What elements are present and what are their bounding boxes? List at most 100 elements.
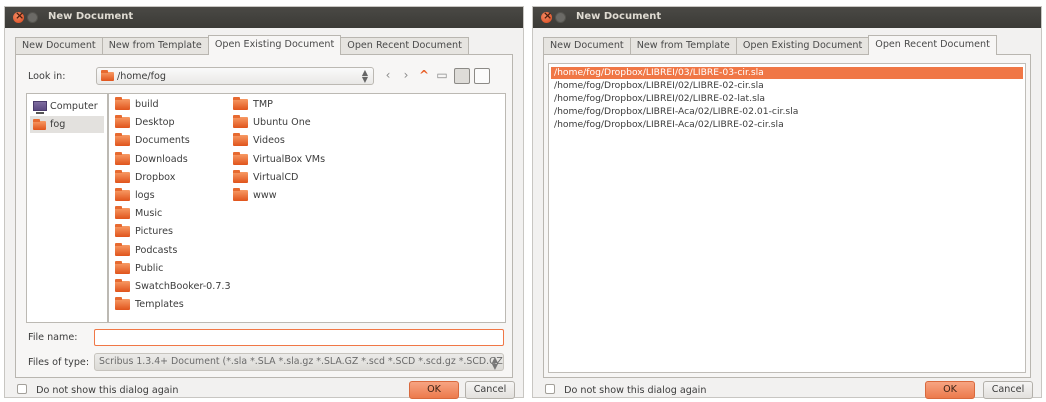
folder-item[interactable]: logs — [113, 188, 155, 204]
tab-new-from-template[interactable]: New from Template — [101, 37, 209, 55]
folder-item[interactable]: Templates — [113, 297, 184, 313]
look-in-label: Look in: — [28, 71, 66, 82]
folder-icon — [233, 188, 248, 201]
cancel-button[interactable]: Cancel — [983, 381, 1033, 399]
place-computer[interactable]: Computer — [30, 98, 104, 115]
dont-show-again-checkbox[interactable] — [545, 384, 555, 394]
folder-icon — [115, 224, 130, 238]
place-label: fog — [50, 119, 66, 130]
folder-item[interactable]: Ubuntu One — [231, 115, 311, 131]
back-icon[interactable]: ‹ — [380, 68, 396, 84]
folder-item[interactable]: Music — [113, 206, 162, 222]
folder-item[interactable]: Videos — [231, 133, 285, 149]
detail-view-icon[interactable] — [474, 68, 490, 84]
folder-item[interactable]: VirtualCD — [231, 169, 299, 186]
files-of-type-label: Files of type: — [28, 357, 90, 368]
folder-label: VirtualCD — [253, 171, 299, 183]
dont-show-again-label: Do not show this dialog again — [564, 385, 707, 396]
computer-icon — [33, 101, 47, 114]
dont-show-again-row[interactable]: Do not show this dialog again — [17, 384, 178, 396]
folder-label: Music — [135, 208, 163, 220]
folder-item[interactable]: SwatchBooker-0.7.3 — [113, 279, 231, 295]
minimize-window-icon[interactable] — [555, 12, 566, 23]
folder-item[interactable]: Documents — [113, 133, 190, 149]
folder-item[interactable]: www — [231, 188, 277, 204]
recent-file-item[interactable]: /home/fog/Dropbox/LIBREI-Aca/02/LIBRE-02… — [551, 106, 1023, 118]
folder-icon — [115, 133, 130, 147]
folder-icon — [115, 169, 130, 183]
file-name-label: File name: — [28, 332, 78, 343]
folder-item[interactable]: Desktop — [113, 115, 175, 131]
recent-file-item[interactable]: /home/fog/Dropbox/LIBREI/03/LIBRE-03-cir… — [551, 67, 1023, 79]
tab-new-document[interactable]: New Document — [543, 37, 631, 55]
folder-icon — [233, 115, 248, 129]
folder-item[interactable]: Downloads — [113, 151, 188, 168]
folder-icon — [115, 260, 130, 274]
open-existing-pane: Look in: /home/fog ▲ ▼ ‹ › ^ ▭ Computer f… — [15, 54, 513, 378]
dont-show-again-label: Do not show this dialog again — [36, 385, 179, 396]
new-folder-icon[interactable]: ▭ — [434, 68, 450, 84]
window-title: New Document — [48, 11, 134, 22]
folder-label: logs — [135, 190, 155, 201]
tab-bar: New Document New from Template Open Exis… — [543, 35, 997, 55]
files-of-type-select[interactable]: Scribus 1.3.4+ Document (*.sla *.SLA *.s… — [94, 353, 504, 371]
folder-item[interactable]: Dropbox — [113, 169, 175, 186]
folder-icon — [233, 97, 248, 110]
combo-arrows-icon: ▲ ▼ — [361, 68, 368, 84]
tab-new-document[interactable]: New Document — [15, 37, 103, 55]
folder-item[interactable]: Pictures — [113, 224, 173, 240]
folder-icon — [115, 97, 130, 110]
window-title: New Document — [576, 11, 662, 22]
folder-item[interactable]: Podcasts — [113, 242, 177, 259]
folder-label: build — [135, 99, 159, 110]
folder-label: SwatchBooker-0.7.3 — [135, 281, 231, 292]
look-in-combo[interactable]: /home/fog ▲ ▼ — [96, 67, 374, 85]
tab-open-existing-document[interactable]: Open Existing Document — [735, 37, 870, 55]
tab-new-from-template[interactable]: New from Template — [629, 37, 737, 55]
parent-folder-icon[interactable]: ^ — [416, 68, 432, 84]
tab-open-existing-document[interactable]: Open Existing Document — [207, 35, 342, 55]
open-recent-pane: /home/fog/Dropbox/LIBREI/03/LIBRE-03-cir… — [543, 54, 1031, 378]
recent-file-item[interactable]: /home/fog/Dropbox/LIBREI/02/LIBRE-02-cir… — [551, 80, 1023, 92]
folder-label: Ubuntu One — [253, 117, 311, 129]
folder-label: www — [253, 190, 277, 201]
list-view-icon[interactable] — [454, 68, 470, 84]
title-bar: New Document — [5, 7, 523, 28]
recent-file-item[interactable]: /home/fog/Dropbox/LIBREI/02/LIBRE-02-lat… — [551, 93, 1023, 105]
folder-icon — [115, 151, 130, 165]
folder-label: Documents — [135, 135, 190, 147]
title-bar: New Document — [533, 7, 1041, 28]
ok-button[interactable]: OK — [925, 381, 975, 399]
folder-label: Templates — [135, 299, 184, 311]
new-document-dialog-open-existing: New Document New Document New from Templ… — [4, 6, 524, 399]
tab-open-recent-document[interactable]: Open Recent Document — [868, 35, 997, 55]
close-window-icon[interactable] — [13, 9, 24, 23]
close-window-icon[interactable] — [541, 9, 552, 23]
folder-label: TMP — [253, 99, 273, 110]
cancel-button[interactable]: Cancel — [465, 381, 515, 399]
recent-file-item[interactable]: /home/fog/Dropbox/LIBREI-Aca/02/LIBRE-02… — [551, 119, 1023, 131]
ok-button[interactable]: OK — [409, 381, 459, 399]
folder-icon — [115, 115, 130, 129]
folder-label: Pictures — [135, 226, 173, 238]
place-label: Computer — [50, 101, 98, 112]
folder-item[interactable]: build — [113, 97, 159, 113]
place-home-fog[interactable]: fog — [30, 116, 104, 133]
folder-item[interactable]: Public — [113, 260, 163, 277]
file-name-input[interactable] — [94, 329, 504, 346]
forward-icon[interactable]: › — [398, 68, 414, 84]
file-list: build Desktop Documents Downloads Dropbox log… — [108, 93, 506, 323]
folder-item[interactable]: TMP — [231, 97, 273, 113]
folder-label: Downloads — [135, 153, 188, 165]
dont-show-again-row[interactable]: Do not show this dialog again — [545, 384, 706, 396]
folder-label: Videos — [253, 135, 285, 147]
files-of-type-value: Scribus 1.3.4+ Document (*.sla *.SLA *.s… — [99, 356, 504, 367]
minimize-window-icon[interactable] — [27, 12, 38, 23]
look-in-value: /home/fog — [117, 71, 166, 82]
new-document-dialog-open-recent: New Document New Document New from Templ… — [532, 6, 1042, 399]
folder-icon — [233, 151, 248, 165]
dont-show-again-checkbox[interactable] — [17, 384, 27, 394]
folder-item[interactable]: VirtualBox VMs — [231, 151, 325, 168]
tab-open-recent-document[interactable]: Open Recent Document — [340, 37, 469, 55]
folder-icon — [115, 242, 130, 256]
